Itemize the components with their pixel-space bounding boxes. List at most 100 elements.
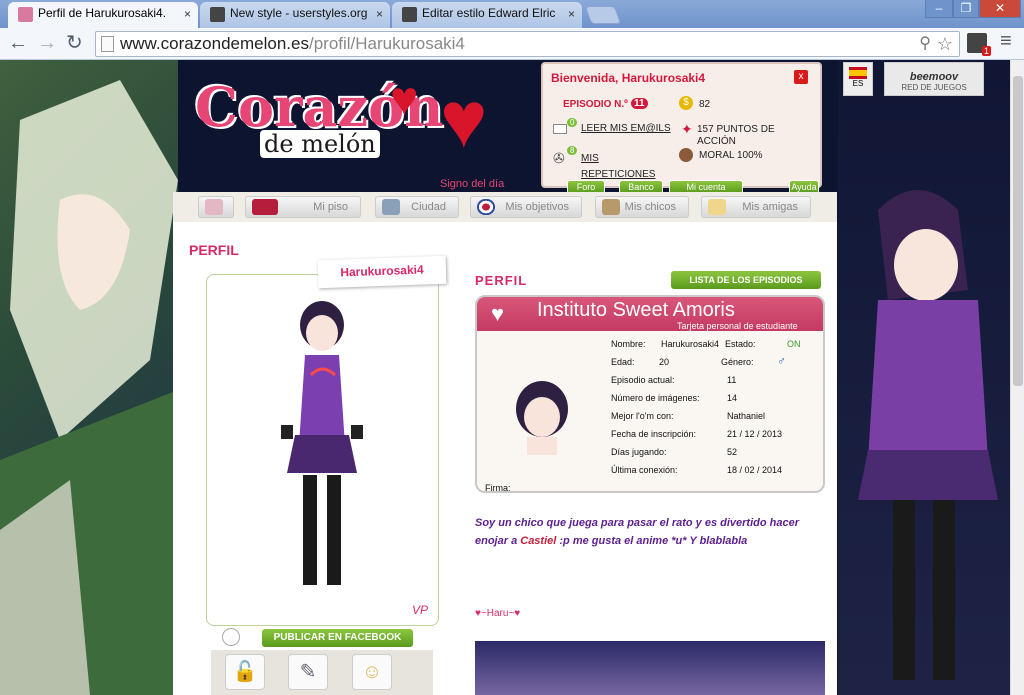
cupcake-icon: ♥ <box>491 301 505 326</box>
id-value: Nathaniel <box>727 411 766 421</box>
big-heart-icon: ♥ <box>440 75 488 164</box>
nav-label: Mi piso <box>313 201 348 213</box>
bio-text: :p me gusta el anime *u* Y blablabla <box>556 535 748 547</box>
userstyles-favicon-icon <box>210 7 225 22</box>
nav-objetivos[interactable]: Mis objetivos <box>470 196 582 218</box>
id-value: Harukurosaki4 <box>661 339 720 349</box>
vip-badge-icon: VP <box>411 603 428 617</box>
nav-ciudad[interactable]: Ciudad <box>375 196 459 218</box>
avatar-card: VP <box>206 274 439 626</box>
tab-userstyles[interactable]: New style - userstyles.org × <box>200 2 390 28</box>
padlock-icon: 🔓 <box>232 661 258 683</box>
cupcake-favicon-icon <box>18 7 33 22</box>
new-tab-button[interactable] <box>584 6 622 24</box>
moral-value: MORAL 100% <box>699 150 763 161</box>
tab-close-icon[interactable]: × <box>184 7 191 21</box>
school-name: Instituto Sweet Amoris <box>537 299 735 321</box>
username-tag: Harukurosaki4 <box>317 255 447 289</box>
padlock-button[interactable]: 🔓 <box>225 654 265 690</box>
anime-boy-background <box>0 60 178 695</box>
bookmark-star-icon[interactable]: ☆ <box>937 32 953 56</box>
id-value: 20 <box>659 357 670 367</box>
coin-icon: $ <box>679 96 693 110</box>
replays-link[interactable]: MIS REPETICIONES <box>581 151 661 183</box>
friend-button[interactable]: ☺ <box>352 654 392 690</box>
language-selector[interactable]: ES <box>843 62 873 96</box>
id-value: 52 <box>727 447 738 457</box>
signature-label: Firma: <box>485 483 511 493</box>
moral-face-icon <box>679 148 693 162</box>
sofa-icon <box>252 199 278 215</box>
boy-icon <box>602 199 620 215</box>
tab-close-icon[interactable]: × <box>568 7 575 21</box>
nav-home[interactable] <box>198 196 234 218</box>
tab-editar-estilo[interactable]: Editar estilo Edward Elric × <box>392 2 582 28</box>
beemoov-label: RED DE JUEGOS <box>901 83 967 92</box>
nav-chicos[interactable]: Mis chicos <box>595 196 689 218</box>
welcome-panel: Bienvenida, Harukurosaki4 x EPISODIO N.º… <box>541 62 822 194</box>
welcome-close-button[interactable]: x <box>794 70 808 84</box>
action-points-icon: ✦ <box>681 121 693 137</box>
nav-mi-piso[interactable]: Mi piso <box>245 196 361 218</box>
tab-title: Editar estilo Edward Elric <box>422 6 556 20</box>
id-value: 21 / 12 / 2013 <box>727 429 783 439</box>
mails-count: 0 <box>567 118 578 127</box>
reload-button[interactable]: ↻ <box>66 32 83 54</box>
beemoov-network-link[interactable]: beemoov RED DE JUEGOS <box>884 62 984 96</box>
profile-actions: 🔓 ✎ ☺ <box>211 650 433 695</box>
radio-toggle[interactable] <box>222 628 240 646</box>
read-mails-link[interactable]: LEER MIS EM@ILS <box>581 123 671 134</box>
estado-value: ON <box>787 339 801 349</box>
sign-of-day-link[interactable]: Signo del día <box>440 178 504 190</box>
id-value: 14 <box>727 393 738 403</box>
web-page: Corazón de melón ♥ ♥ Signo del día Bienv… <box>0 60 1024 695</box>
target-icon <box>477 199 495 215</box>
tab-close-icon[interactable]: × <box>376 7 383 21</box>
close-window-button[interactable]: ✕ <box>979 0 1021 18</box>
id-row: Episodio actual: <box>611 375 675 385</box>
scrollbar-thumb[interactable] <box>1013 76 1023 386</box>
film-reel-icon: ✇ <box>553 150 565 166</box>
id-row: Fecha de inscripción: <box>611 429 697 439</box>
browser-tabstrip: Perfil de Harukurosaki4. × New style - u… <box>0 0 1024 28</box>
stylish-extension-icon[interactable]: 1 <box>967 33 991 56</box>
nav-label: Mis amigas <box>742 201 798 213</box>
back-button[interactable]: ← <box>8 32 28 54</box>
mail-icon <box>553 124 567 134</box>
publish-facebook-button[interactable]: PUBLICAR EN FACEBOOK <box>262 629 413 647</box>
menu-icon[interactable]: ≡ <box>1000 30 1012 53</box>
episode-label: EPISODIO N.º <box>563 99 628 110</box>
extension-badge: 1 <box>981 46 991 56</box>
id-row: Última conexión: <box>611 465 678 475</box>
episode-number: 11 <box>631 98 648 109</box>
welcome-title: Bienvenida, Harukurosaki4 <box>551 71 706 85</box>
main-content: Mi piso Ciudad Mis objetivos Mis chicos … <box>173 192 837 695</box>
language-code: ES <box>852 79 864 88</box>
restore-button[interactable]: ❐ <box>953 0 979 18</box>
id-card-subtitle: Tarjeta personal de estudiante <box>677 321 798 331</box>
page-scrollbar[interactable] <box>1010 60 1024 695</box>
id-value: 18 / 02 / 2014 <box>727 465 783 475</box>
student-id-card: ♥ Instituto Sweet Amoris Tarjeta persona… <box>475 295 825 493</box>
id-row: Número de imágenes: <box>611 393 700 403</box>
logo-word-demelon: de melón <box>260 130 380 158</box>
avatar-illustration <box>281 301 363 585</box>
search-icon[interactable]: ⚲ <box>919 32 931 56</box>
episodes-list-button[interactable]: LISTA DE LOS EPISODIOS <box>671 271 821 289</box>
profile-section-title: PERFIL <box>475 273 528 288</box>
page-icon <box>101 36 114 52</box>
write-button[interactable]: ✎ <box>288 654 328 690</box>
coins-value: 82 <box>699 99 711 110</box>
genero-label: Género: <box>721 357 754 367</box>
address-bar[interactable]: www.corazondemelon.es/profil/Harukurosak… <box>95 31 960 57</box>
forward-button[interactable]: → <box>37 32 57 54</box>
bio-highlight: Castiel <box>520 535 557 547</box>
minimize-button[interactable]: – <box>925 0 953 18</box>
nav-label: Ciudad <box>411 201 446 213</box>
corazon-de-melon-logo[interactable]: Corazón de melón ♥ ♥ Signo del día <box>190 70 540 195</box>
nav-amigas[interactable]: Mis amigas <box>701 196 811 218</box>
tab-perfil[interactable]: Perfil de Harukurosaki4. × <box>8 2 198 28</box>
beemoov-logo: beemoov <box>909 71 959 83</box>
tab-title: New style - userstyles.org <box>230 6 368 20</box>
heart-icon: ♥ <box>390 73 419 126</box>
